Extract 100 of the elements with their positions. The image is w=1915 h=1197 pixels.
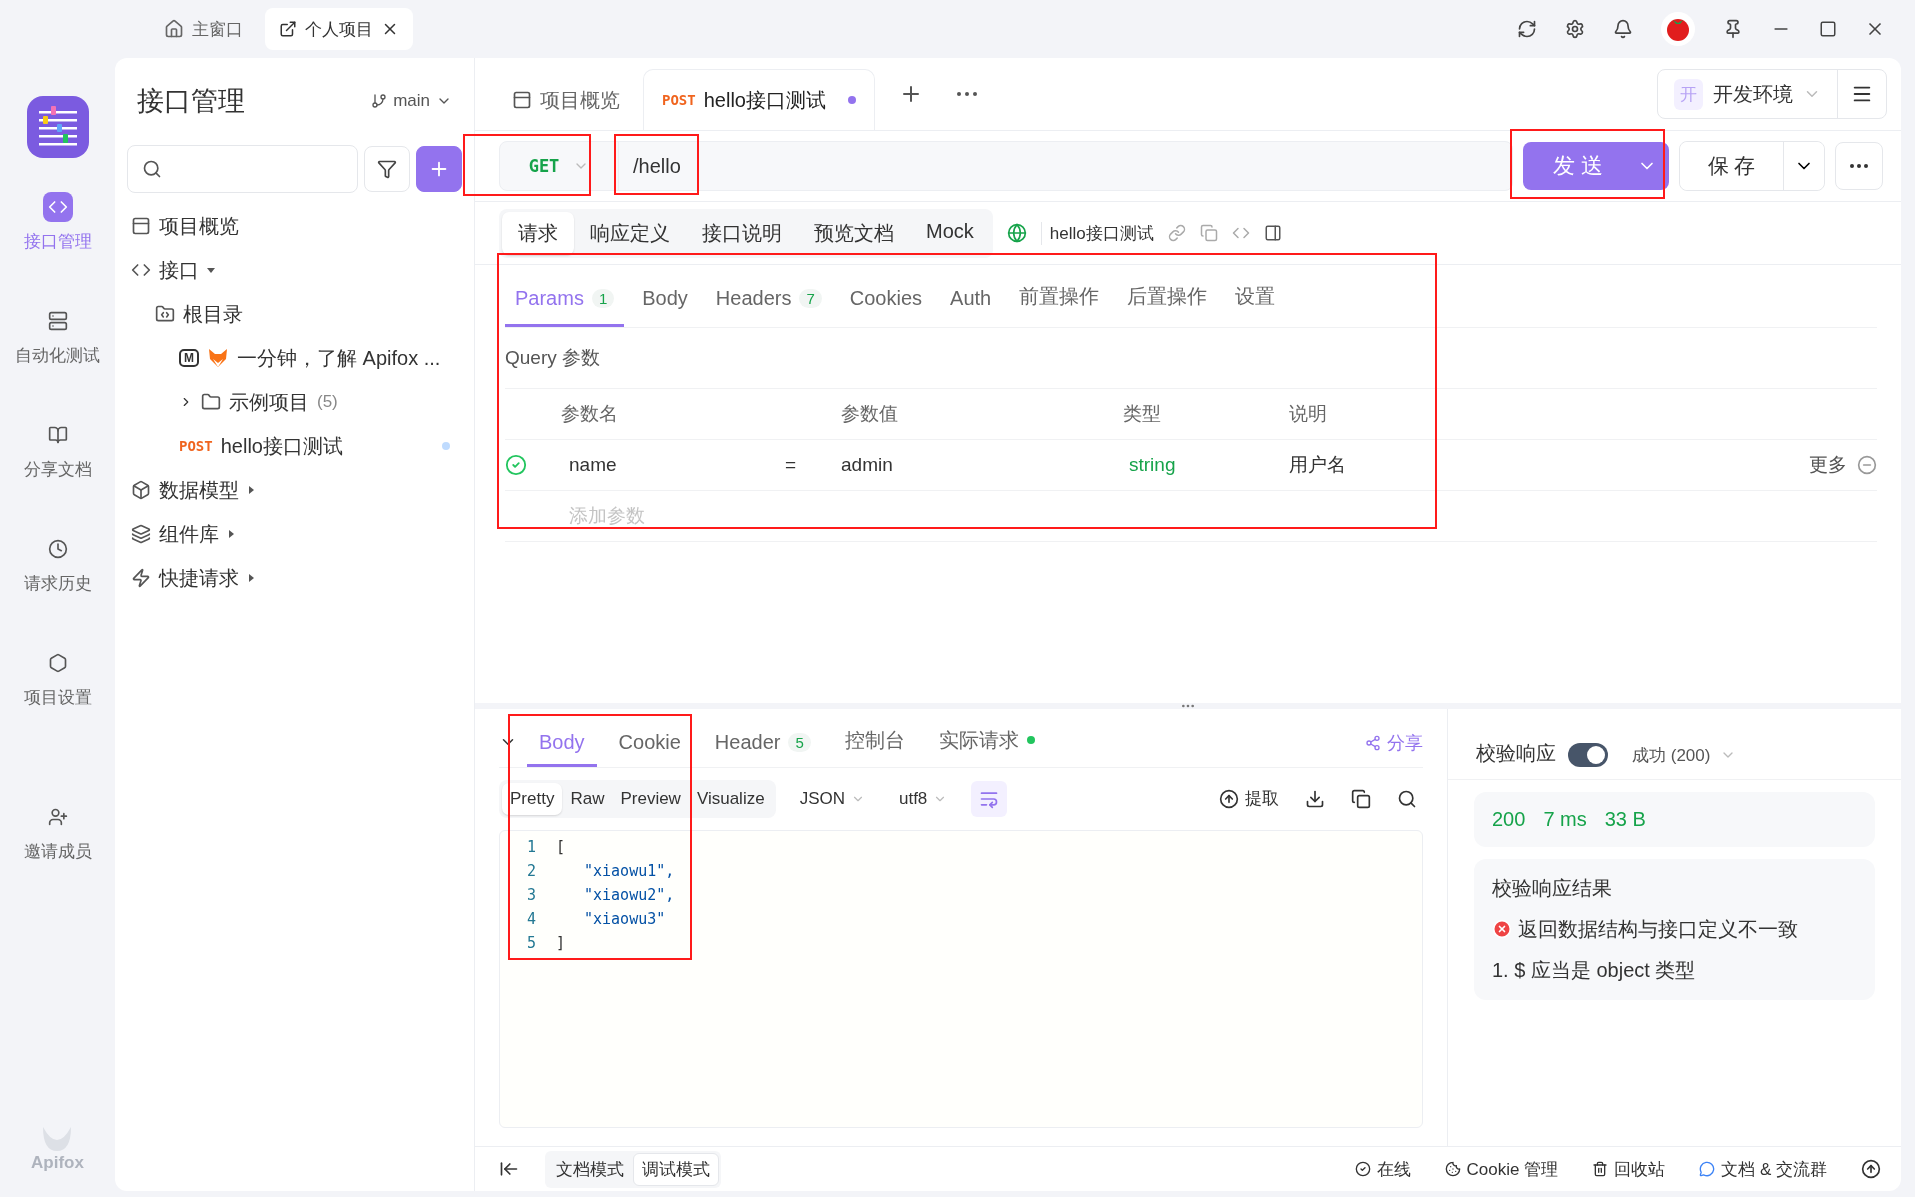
error-message: 返回数据结构与接口定义不一致 — [1518, 916, 1798, 942]
view-tab[interactable]: Visualize — [688, 782, 773, 815]
status-item[interactable]: 文档 & 交流群 — [1699, 1157, 1827, 1181]
pin-icon[interactable] — [1723, 19, 1743, 39]
bell-icon[interactable] — [1613, 19, 1633, 39]
more-icon[interactable] — [957, 92, 977, 96]
tab-label: Cookies — [849, 287, 923, 310]
view-tab[interactable]: Raw — [562, 782, 613, 815]
tree-item[interactable]: 接口 — [127, 248, 462, 292]
request-tab[interactable]: 预览文档 — [798, 211, 910, 255]
view-tab[interactable]: Pretty — [502, 782, 563, 815]
status-item[interactable]: 在线 — [1354, 1157, 1411, 1181]
brand-name: Apifox — [31, 1153, 84, 1173]
tree-label: 组件库 — [159, 521, 219, 547]
url-field[interactable]: GET /hello — [499, 141, 1513, 191]
settings-icon[interactable] — [1565, 19, 1585, 39]
params-tab[interactable]: 前置操作 — [1009, 283, 1110, 327]
window-tab[interactable]: 主窗口 — [150, 8, 257, 50]
code-line: "xiaowu2", — [583, 885, 675, 904]
send-button[interactable]: 发 送 — [1523, 142, 1669, 190]
tree-item[interactable]: POST hello接口测试 — [127, 424, 462, 468]
document-tab[interactable]: POST hello接口测试 — [643, 69, 875, 130]
tree-item[interactable]: 根目录 — [127, 292, 462, 336]
column-header: 类型 — [1123, 389, 1289, 440]
more-link[interactable]: 更多 — [1809, 452, 1847, 478]
nav-item[interactable]: 自动化测试 — [15, 306, 100, 420]
request-tab[interactable]: 响应定义 — [574, 211, 686, 255]
response-tab[interactable]: Cookie — [606, 730, 693, 767]
share-link[interactable]: 分享 — [1365, 730, 1423, 755]
mode-tab[interactable]: 文档模式 — [547, 1152, 633, 1186]
tree-label: 示例项目 — [229, 389, 309, 415]
tree-label: 接口 — [159, 257, 199, 283]
params-tab[interactable]: Auth — [940, 287, 1002, 327]
extract-button[interactable]: 提取 — [1213, 787, 1285, 810]
tree-item[interactable]: 组件库 — [127, 512, 462, 556]
search-field[interactable] — [127, 145, 358, 193]
request-tab[interactable]: 接口说明 — [686, 211, 798, 255]
tree-label: 一分钟，了解 Apifox ... — [237, 345, 441, 371]
param-name: name — [561, 440, 785, 491]
response-tab[interactable]: Header 5 — [702, 730, 823, 767]
tab-label: Header — [714, 730, 781, 754]
trash-icon — [1592, 1161, 1609, 1177]
format-selector[interactable]: JSON — [789, 788, 875, 809]
panel-icon[interactable] — [1263, 224, 1282, 242]
response-tab[interactable]: Body — [527, 730, 597, 767]
tab-label: 控制台 — [844, 727, 905, 753]
tree-item[interactable]: 示例项目 (5) — [127, 380, 462, 424]
filter-icon — [377, 159, 397, 179]
filter-button[interactable] — [364, 146, 410, 192]
branch-selector[interactable]: main — [371, 91, 452, 111]
status-item[interactable]: Cookie 管理 — [1444, 1157, 1559, 1181]
request-tab[interactable]: 请求 — [502, 211, 574, 255]
param-description: 用户名 — [1289, 440, 1809, 491]
line-number: 4 — [525, 909, 537, 928]
save-button[interactable]: 保 存 — [1680, 142, 1784, 190]
nav-item[interactable]: 邀请成员 — [23, 802, 92, 916]
params-tab[interactable]: Body — [632, 287, 698, 327]
params-tab[interactable]: 后置操作 — [1117, 283, 1218, 327]
params-tab[interactable]: Headers 7 — [705, 287, 832, 327]
tab-label: Body — [642, 287, 688, 310]
overview-icon — [512, 90, 532, 110]
wrap-button[interactable] — [971, 780, 1008, 817]
maximize-icon[interactable] — [1819, 20, 1837, 38]
validation-label: 校验响应 — [1476, 740, 1556, 766]
cookie-icon — [1444, 1161, 1461, 1177]
more-icon — [1850, 164, 1868, 168]
validation-toggle[interactable] — [1568, 742, 1608, 767]
view-tab[interactable]: Preview — [612, 782, 689, 815]
refresh-icon[interactable] — [1517, 19, 1537, 39]
avatar-icon[interactable] — [1661, 12, 1695, 46]
tree-item[interactable]: 项目概览 — [127, 204, 462, 248]
url-text: /hello — [632, 154, 681, 178]
nav-item[interactable]: 项目设置 — [23, 648, 92, 762]
line-number: 2 — [525, 861, 537, 880]
encoding-selector[interactable]: utf8 — [888, 788, 958, 809]
item-count: (5) — [317, 392, 338, 412]
response-tab[interactable]: 实际请求 — [926, 726, 1047, 767]
count-badge: 1 — [591, 289, 615, 308]
params-tab[interactable]: Params 1 — [505, 287, 625, 327]
upgrade-icon[interactable] — [1861, 1159, 1881, 1179]
collapse-sidebar-icon[interactable] — [499, 1159, 519, 1179]
response-status-selector[interactable]: 成功 (200) — [1632, 743, 1737, 767]
response-tab[interactable]: 控制台 — [832, 726, 917, 767]
window-tab[interactable]: 个人项目 — [265, 8, 413, 50]
error-detail: 1. $ 应当是 object 类型 — [1492, 957, 1697, 983]
nav-item[interactable]: 分享文档 — [23, 420, 92, 534]
remove-icon[interactable] — [1857, 455, 1877, 475]
nav-item[interactable]: 请求历史 — [23, 534, 92, 648]
status-item[interactable]: 回收站 — [1592, 1157, 1666, 1181]
tree-item[interactable]: 数据模型 — [127, 468, 462, 512]
params-tab[interactable]: Cookies — [839, 287, 933, 327]
response-metric: 33 B — [1604, 807, 1646, 831]
mode-tab[interactable]: 调试模式 — [633, 1152, 719, 1186]
tree-item[interactable]: 快捷请求 — [127, 556, 462, 600]
overview-icon — [131, 216, 151, 236]
tree-item[interactable]: M 一分钟，了解 Apifox ... — [127, 336, 462, 380]
request-tab[interactable]: Mock — [910, 211, 990, 255]
components-icon — [131, 524, 151, 544]
params-tab[interactable]: 设置 — [1225, 283, 1286, 327]
add-button[interactable] — [416, 146, 462, 192]
